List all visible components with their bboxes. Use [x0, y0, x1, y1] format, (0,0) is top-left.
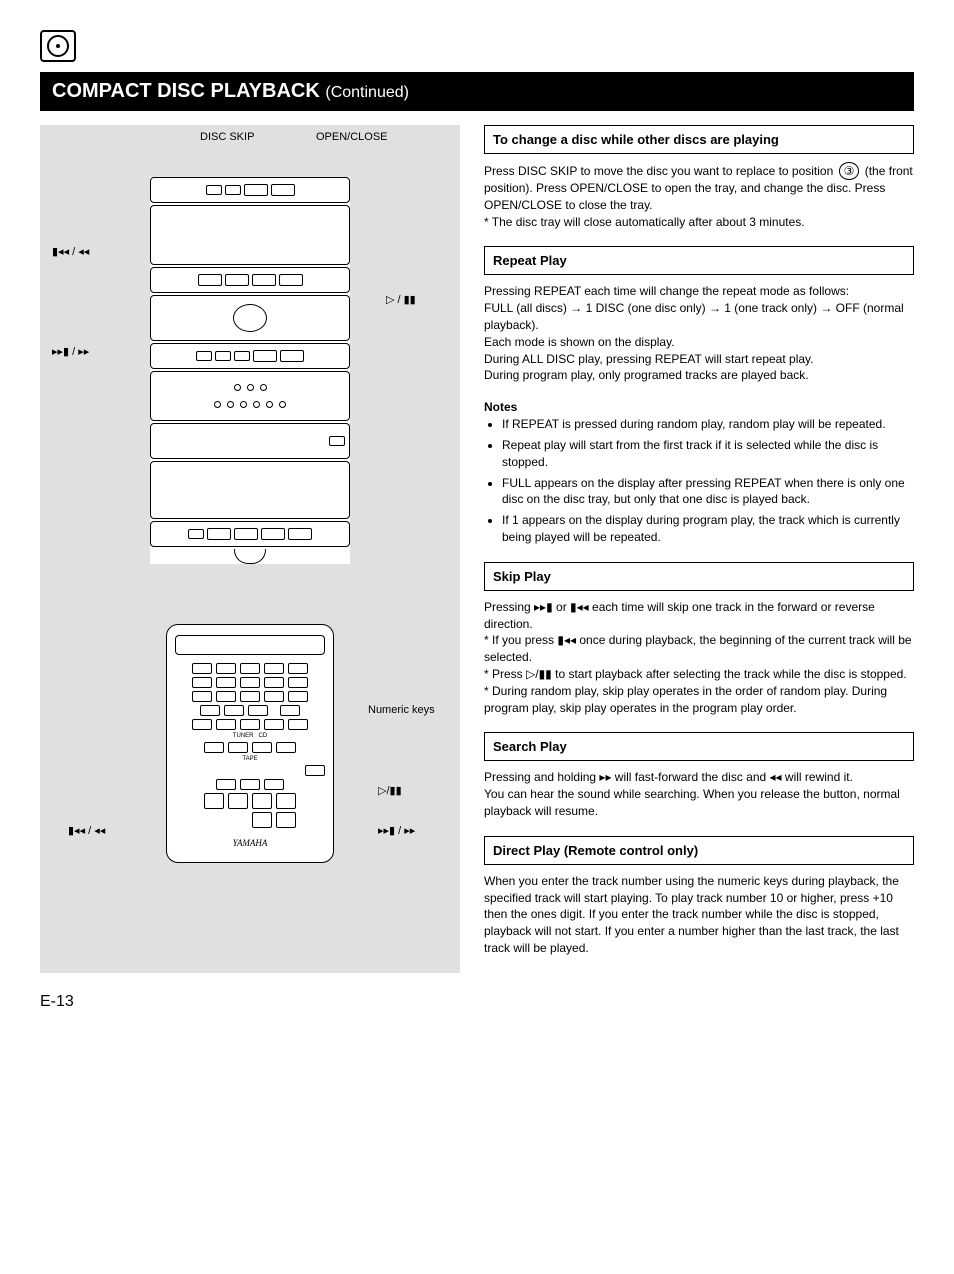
- text: During ALL DISC play, pressing REPEAT wi…: [484, 352, 813, 366]
- circled-3: ③: [839, 162, 860, 180]
- fast-forward-icon: ▸▸: [599, 770, 611, 784]
- notes-list-repeat: If REPEAT is pressed during random play,…: [484, 416, 914, 550]
- section-title-skip: Skip Play: [484, 562, 914, 591]
- note-item: FULL appears on the display after pressi…: [502, 475, 914, 509]
- callout-disc-skip: DISC SKIP: [200, 131, 254, 143]
- reverse-skip-icon: ▮◂◂: [570, 600, 589, 614]
- section-title-direct: Direct Play (Remote control only): [484, 836, 914, 865]
- text: FULL (all discs) → 1 DISC (one disc only…: [484, 301, 904, 332]
- title-main: COMPACT DISC PLAYBACK: [52, 80, 320, 102]
- text: to start playback after selecting the tr…: [552, 667, 907, 681]
- body-change-disc: Press DISC SKIP to move the disc you wan…: [484, 162, 914, 230]
- body-direct: When you enter the track number using th…: [484, 873, 914, 957]
- disc-icon: [40, 30, 76, 62]
- body-search: Pressing and holding ▸▸ will fast-forwar…: [484, 769, 914, 819]
- callout-remote-skip-next: ▸▸▮ / ▸▸: [378, 824, 415, 837]
- title-bar: COMPACT DISC PLAYBACK (Continued): [40, 72, 914, 111]
- body-repeat: Pressing REPEAT each time will change th…: [484, 283, 914, 384]
- play-pause-icon: ▷/▮▮: [526, 667, 552, 681]
- text: * The disc tray will close automatically…: [484, 215, 805, 229]
- note-item: If 1 appears on the display during progr…: [502, 512, 914, 546]
- page-number: E-13: [40, 993, 914, 1011]
- text: Pressing and holding: [484, 770, 599, 784]
- section-title-search: Search Play: [484, 732, 914, 761]
- section-title-change-disc: To change a disc while other discs are p…: [484, 125, 914, 154]
- callout-remote-play-pause: ▷/▮▮: [378, 784, 402, 797]
- text: Press DISC SKIP to move the disc you wan…: [484, 164, 837, 178]
- diagram-panel: DISC SKIP OPEN/CLOSE ▮◂◂ / ◂◂ ▸▸▮ / ▸▸ ▷…: [40, 125, 460, 973]
- notes-title-repeat: Notes: [484, 400, 914, 414]
- callout-open-close: OPEN/CLOSE: [316, 131, 388, 143]
- text: * During random play, skip play operates…: [484, 684, 887, 715]
- text: will rewind it.: [782, 770, 853, 784]
- text: During program play, only programed trac…: [484, 368, 809, 382]
- forward-skip-icon: ▸▸▮: [534, 600, 553, 614]
- instructions-column: To change a disc while other discs are p…: [484, 125, 914, 973]
- callout-numeric-keys: Numeric keys: [368, 704, 435, 716]
- note-item: If REPEAT is pressed during random play,…: [502, 416, 914, 433]
- body-skip: Pressing ▸▸▮ or ▮◂◂ each time will skip …: [484, 599, 914, 717]
- callout-skip-prev: ▮◂◂ / ◂◂: [52, 245, 89, 258]
- section-title-repeat: Repeat Play: [484, 246, 914, 275]
- text: Pressing REPEAT each time will change th…: [484, 284, 849, 298]
- callout-remote-skip-prev: ▮◂◂ / ◂◂: [68, 824, 105, 837]
- text: or: [553, 600, 570, 614]
- title-sub: (Continued): [325, 84, 409, 101]
- reverse-skip-icon: ▮◂◂: [557, 633, 576, 647]
- remote-diagram: TUNER CD TAPE YAMAHA: [166, 624, 334, 863]
- text: Each mode is shown on the display.: [484, 335, 675, 349]
- callout-skip-next: ▸▸▮ / ▸▸: [52, 345, 89, 358]
- page-root: COMPACT DISC PLAYBACK (Continued) DISC S…: [0, 0, 954, 1041]
- remote-brand: YAMAHA: [175, 838, 325, 848]
- text: * If you press: [484, 633, 557, 647]
- text: will fast-forward the disc and: [611, 770, 769, 784]
- text: * Press: [484, 667, 526, 681]
- text: You can hear the sound while searching. …: [484, 787, 900, 818]
- text: Pressing: [484, 600, 534, 614]
- note-item: Repeat play will start from the first tr…: [502, 437, 914, 471]
- main-unit-diagram: [150, 177, 350, 564]
- callout-play-pause: ▷ / ▮▮: [386, 293, 416, 306]
- rewind-icon: ◂◂: [770, 770, 782, 784]
